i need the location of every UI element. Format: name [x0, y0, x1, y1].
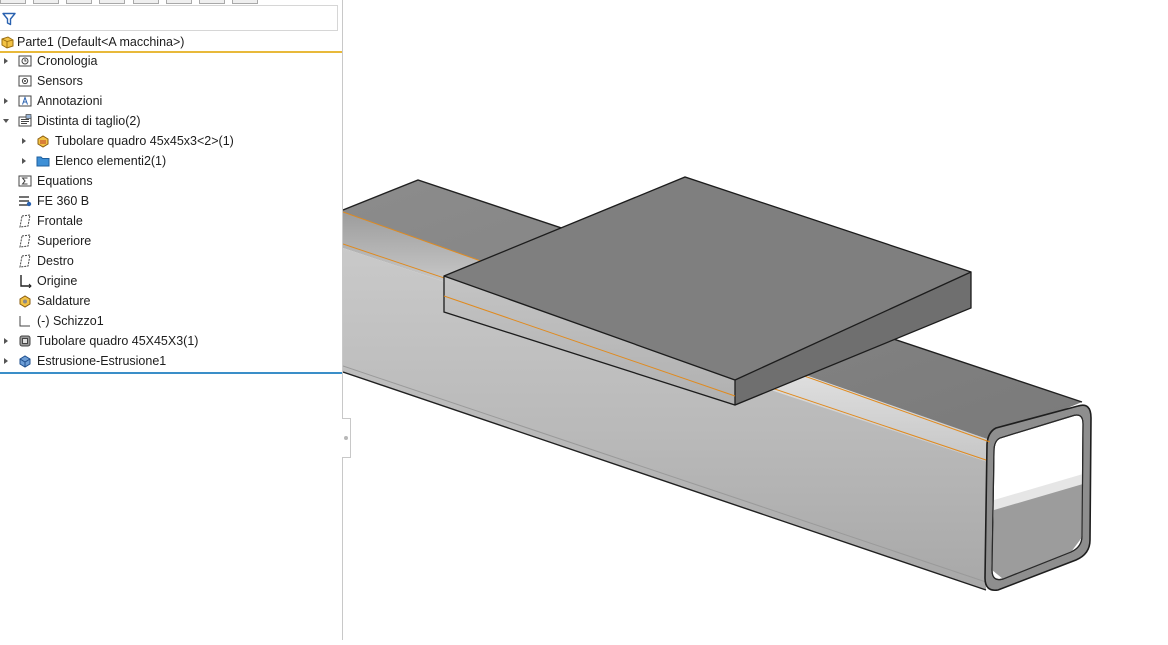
feature-manager-panel: Parte1 (Default<A macchina>) Cronologia S… — [0, 0, 343, 640]
tree-item-label: Tubolare quadro 45X45X3(1) — [37, 334, 199, 348]
annotations-folder-icon — [18, 95, 32, 107]
tree-item-label: Saldature — [37, 294, 91, 308]
tree-item[interactable]: Tubolare quadro 45X45X3(1) — [0, 331, 340, 351]
tree-item-label: Elenco elementi2(1) — [55, 154, 167, 168]
expand-arrow-right-icon[interactable] — [21, 137, 27, 145]
expand-arrow-right-icon[interactable] — [3, 97, 9, 105]
tree-item-label: Equations — [37, 174, 93, 188]
tree-item[interactable]: Sensors — [0, 71, 340, 91]
expand-arrow-right-icon[interactable] — [3, 357, 9, 365]
dimxpert-tab[interactable] — [99, 0, 125, 4]
filter-icon[interactable] — [2, 12, 16, 26]
tree-filter-input[interactable] — [0, 5, 338, 31]
material-icon — [19, 196, 32, 207]
configuration-manager-tab[interactable] — [66, 0, 92, 4]
tree-item[interactable]: Tubolare quadro 45x45x3<2>(1) — [0, 131, 340, 151]
expand-arrow-down-icon[interactable] — [3, 117, 9, 125]
blue-folder-icon — [36, 156, 50, 167]
plane-icon — [19, 214, 31, 228]
tree-item-label: Frontale — [37, 214, 83, 228]
tree-item[interactable]: Saldature — [0, 291, 340, 311]
tree-item-label: (-) Schizzo1 — [37, 314, 104, 328]
plane-icon — [19, 254, 31, 268]
property-manager-tab[interactable] — [33, 0, 59, 4]
expand-arrow-right-icon[interactable] — [3, 57, 9, 65]
tree-item-label: Cronologia — [37, 54, 98, 68]
tube-open-end — [984, 404, 1092, 592]
tree-item[interactable]: Superiore — [0, 231, 340, 251]
cam-tools-tab[interactable] — [232, 0, 258, 4]
tree-item-label: Superiore — [37, 234, 92, 248]
tree-item[interactable]: Origine — [0, 271, 340, 291]
cam-tab[interactable] — [166, 0, 192, 4]
cut-list-icon — [18, 114, 32, 127]
tree-item[interactable]: Equations — [0, 171, 340, 191]
weldments-icon — [19, 295, 31, 308]
cam-operation-tab[interactable] — [199, 0, 225, 4]
graphics-viewport[interactable] — [342, 0, 1168, 640]
tree-item[interactable]: Destro — [0, 251, 340, 271]
part-icon — [1, 36, 14, 49]
origin-icon — [20, 275, 32, 288]
extrude-icon — [19, 355, 31, 368]
tree-item[interactable]: Annotazioni — [0, 91, 340, 111]
history-folder-icon — [18, 55, 32, 67]
tree-item-label: Destro — [37, 254, 74, 268]
weldment-body-icon — [37, 135, 49, 148]
tree-item-label: Estrusione-Estrusione1 — [37, 354, 167, 368]
tree-item[interactable]: Frontale — [0, 211, 340, 231]
tree-item-label: Annotazioni — [37, 94, 103, 108]
feature-manager-tab[interactable] — [0, 0, 26, 4]
tree-item-label: Sensors — [37, 74, 83, 88]
tree-item-label: Distinta di taglio(2) — [37, 114, 141, 128]
part-root-label: Parte1 (Default<A macchina>) — [17, 35, 185, 49]
tree-item-label: Origine — [37, 274, 78, 288]
tree-item[interactable]: FE 360 B — [0, 191, 340, 211]
tree-item-label: FE 360 B — [37, 194, 90, 208]
tree-item[interactable]: Distinta di taglio(2) — [0, 111, 340, 131]
sensors-folder-icon — [18, 75, 32, 87]
tree-item-label: Tubolare quadro 45x45x3<2>(1) — [55, 134, 234, 148]
tree-item[interactable]: Elenco elementi2(1) — [0, 151, 340, 171]
sketch-icon — [19, 316, 30, 327]
tree-item[interactable]: Cronologia — [0, 51, 340, 71]
structural-member-icon — [19, 335, 31, 347]
equations-icon — [18, 175, 32, 187]
plane-icon — [19, 234, 31, 248]
rollback-bar[interactable] — [0, 372, 342, 374]
expand-arrow-right-icon[interactable] — [3, 337, 9, 345]
tree-item[interactable]: (-) Schizzo1 — [0, 311, 340, 331]
tree-item[interactable]: Estrusione-Estrusione1 — [0, 351, 340, 371]
expand-arrow-right-icon[interactable] — [21, 157, 27, 165]
part-root-node[interactable]: Parte1 (Default<A macchina>) — [0, 33, 342, 53]
model-3d-view[interactable] — [342, 0, 1168, 640]
display-manager-tab[interactable] — [133, 0, 159, 4]
